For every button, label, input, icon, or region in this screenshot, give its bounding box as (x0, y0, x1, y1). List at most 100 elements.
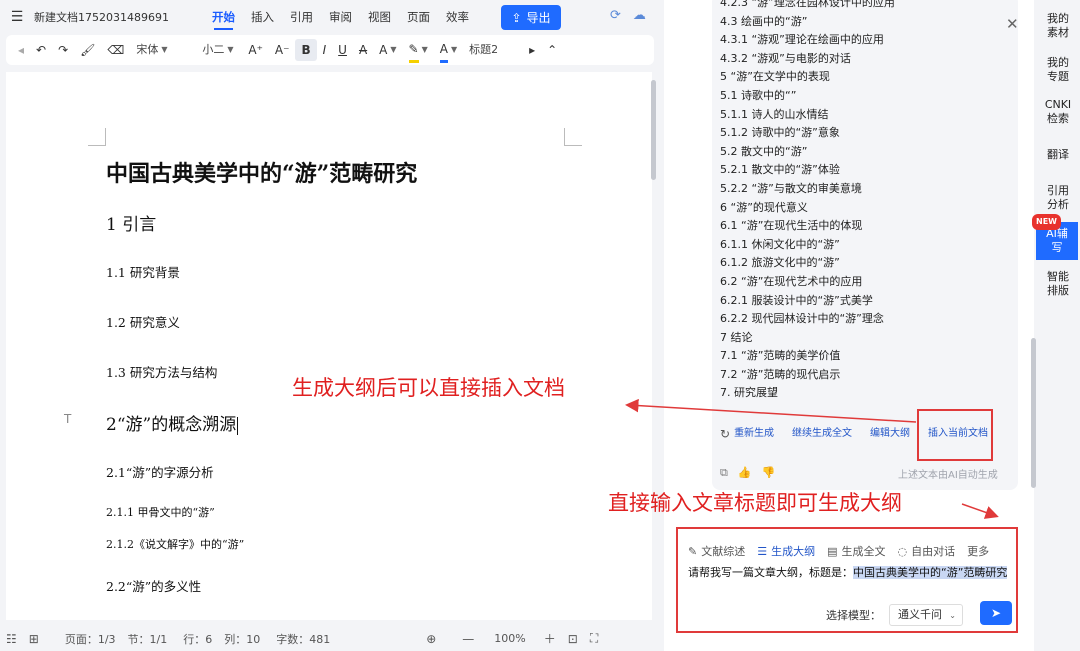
model-value: 通义千问 (898, 608, 942, 621)
side-item-smart-layout[interactable]: 智能排版 (1036, 270, 1080, 298)
list-view-icon[interactable]: ☷ (0, 632, 23, 646)
format-painter-icon[interactable]: 🖌 (74, 39, 101, 61)
regenerate-button[interactable]: ↻ 重新生成 (720, 428, 792, 440)
outline-view-icon[interactable]: ⊞ (23, 632, 45, 646)
outline-item: 6.2.2 现代园林设计中的“游”理念 (720, 312, 884, 326)
thumbs-down-icon[interactable]: 👎 (762, 466, 776, 480)
side-item-ai-writing[interactable]: NEW AI辅写 (1032, 214, 1078, 260)
hamburger-menu-icon[interactable]: ☰ (0, 9, 34, 25)
doc-title-heading[interactable]: 中国古典美学中的“游”范畴研究 (106, 156, 417, 188)
outline-item: 4.3 绘画中的“游” (720, 14, 808, 28)
highlight-icon[interactable]: ✎ ▼ (403, 39, 434, 63)
mode-tabs: ✎ 文献综述 ☰ 生成大纲 ▤ 生成全文 ◌ 自由对话 更多 (688, 543, 989, 559)
outline-item: 5.1.2 诗歌中的“游”意象 (720, 126, 840, 140)
copy-icon[interactable]: ⧉ (720, 466, 728, 480)
doc-heading[interactable]: 1.3 研究方法与结构 (106, 362, 217, 381)
tab-efficiency[interactable]: 效率 (438, 0, 477, 34)
tab-review[interactable]: 审阅 (321, 0, 360, 34)
doc-heading[interactable]: 1.1 研究背景 (106, 262, 180, 281)
font-size-value: 小二 (202, 43, 225, 56)
prompt-input-box[interactable]: ✎ 文献综述 ☰ 生成大纲 ▤ 生成全文 ◌ 自由对话 更多 请帮我写一篇文章大纲，标题… (676, 527, 1018, 633)
text-effect-icon[interactable]: A ▼ (373, 39, 402, 61)
tab-insert[interactable]: 插入 (243, 0, 282, 34)
mode-free-chat[interactable]: ◌ 自由对话 (898, 543, 956, 559)
mode-literature-review[interactable]: ✎ 文献综述 (688, 543, 745, 559)
tab-reference[interactable]: 引用 (282, 0, 321, 34)
doc-heading[interactable]: 1.2 研究意义 (106, 312, 180, 331)
outline-item: 4.3.2 “游观”与电影的对话 (720, 51, 851, 65)
send-button[interactable]: ➤ (980, 601, 1012, 625)
model-select[interactable]: 通义千问 ⌄ (889, 604, 963, 626)
eraser-icon[interactable]: ⌫ (101, 39, 130, 61)
outline-item: 4.2.3 “游”理念在园林设计中的应用 (720, 0, 895, 9)
doc-heading[interactable]: 2.2“游”的多义性 (106, 576, 201, 595)
outline-item: 4.3.1 “游观”理论在绘画中的应用 (720, 33, 884, 47)
format-toolbar: ◂ ↶ ↷ 🖌 ⌫ 宋体 ▼ 小二 ▼ A⁺ A⁻ B I U A A ▼ ✎ ▼ A ▼… (6, 35, 654, 65)
decrease-font-icon[interactable]: A⁻ (269, 39, 296, 61)
prompt-text[interactable]: 请帮我写一篇文章大纲，标题是：中国古典美学中的“游”范畴研究 (688, 564, 1010, 582)
tab-page[interactable]: 页面 (399, 0, 438, 34)
sync-icon[interactable]: ⟳ (610, 8, 621, 23)
thumbs-up-icon[interactable]: 👍 (738, 466, 752, 480)
tab-start[interactable]: 开始 (204, 0, 243, 34)
italic-icon[interactable]: I (317, 39, 333, 61)
tab-view[interactable]: 视图 (360, 0, 399, 34)
model-label: 选择模型： (826, 609, 881, 622)
document-page[interactable]: 中国古典美学中的“游”范畴研究 1 引言 1.1 研究背景 1.2 研究意义 1… (6, 72, 652, 620)
export-button[interactable]: ⇪ 导出 (501, 5, 561, 30)
top-right-icons: ⟳ ☁ (610, 8, 646, 23)
font-size-select[interactable]: 小二 ▼ (196, 39, 242, 61)
increase-font-icon[interactable]: A⁺ (242, 39, 269, 61)
mode-generate-full-text[interactable]: ▤ 生成全文 (827, 543, 885, 559)
mode-more[interactable]: 更多 (967, 543, 989, 559)
underline-icon[interactable]: U (332, 39, 353, 61)
mode-label: 文献综述 (701, 545, 746, 558)
redo-icon[interactable]: ↷ (52, 39, 74, 61)
document-scrollbar[interactable] (651, 80, 656, 180)
font-color-icon[interactable]: A ▼ (434, 39, 463, 63)
side-nav: 我的素材 我的专题 CNKI检索 翻译 引用分析 NEW AI辅写 智能排版 (1032, 0, 1080, 651)
mode-generate-outline[interactable]: ☰ 生成大纲 (757, 543, 815, 559)
doc-heading[interactable]: 2.1.1 甲骨文中的“游” (106, 504, 215, 520)
scroll-right-icon[interactable]: ▸ (523, 39, 541, 61)
side-item-citation-analysis[interactable]: 引用分析 (1036, 184, 1080, 212)
doc-heading[interactable]: 1 引言 (106, 210, 156, 235)
ai-assistant-panel: 4.2.3 “游”理念在园林设计中的应用 4.3 绘画中的“游” 4.3.1 “游观… (664, 0, 1034, 651)
model-selector-row: 选择模型： 通义千问 ⌄ (826, 604, 963, 626)
strikethrough-icon[interactable]: A (353, 39, 373, 61)
bold-icon[interactable]: B (295, 39, 317, 61)
close-icon[interactable]: ✕ (1006, 15, 1019, 33)
ai-generated-note: 上述文本由AI自动生成 (898, 470, 998, 481)
paragraph-style-value: 标题2 (469, 43, 499, 56)
undo-icon[interactable]: ↶ (30, 39, 52, 61)
side-item-my-topics[interactable]: 我的专题 (1036, 56, 1080, 84)
continue-full-text-button[interactable]: 继续生成全文 (792, 428, 870, 440)
doc-heading[interactable]: 2.1“游”的字源分析 (106, 462, 214, 481)
collapse-toolbar-icon[interactable]: ⌃ (541, 39, 563, 61)
list-icon: ☰ (757, 544, 768, 558)
prompt-prefix: 请帮我写一篇文章大纲，标题是： (688, 566, 853, 579)
doc-heading[interactable]: 2“游”的概念溯源 (106, 410, 239, 435)
fullscreen-icon[interactable]: ⛶ (584, 631, 604, 646)
section-count: 节：1/1 (127, 632, 168, 646)
cloud-check-icon[interactable]: ☁ (633, 8, 646, 23)
annotation-title-note: 直接输入文章标题即可生成大纲 (608, 491, 902, 515)
fit-page-icon[interactable]: ⊡ (562, 632, 584, 646)
zoom-in-icon[interactable]: ＋ (538, 630, 562, 647)
side-item-translate[interactable]: 翻译 (1036, 148, 1080, 162)
refresh-icon: ↻ (720, 427, 731, 441)
zoom-out-icon[interactable]: — (456, 632, 480, 646)
word-count: 字数：481 (276, 632, 331, 646)
chevron-down-icon: ▼ (227, 45, 234, 54)
mode-label: 自由对话 (911, 545, 956, 558)
document-title[interactable]: 新建文档1752031489691 (34, 9, 204, 25)
scroll-left-icon[interactable]: ◂ (12, 39, 30, 61)
side-item-my-materials[interactable]: 我的素材 (1036, 12, 1080, 40)
globe-icon[interactable]: ⊕ (420, 632, 442, 646)
doc-heading[interactable]: 2.1.2《说文解字》中的“游” (106, 536, 244, 552)
outline-item: 6.1.1 休闲文化中的“游” (720, 237, 840, 251)
side-item-cnki-search[interactable]: CNKI检索 (1036, 98, 1080, 126)
paragraph-style-select[interactable]: 标题2 (463, 39, 523, 61)
font-family-select[interactable]: 宋体 ▼ (130, 39, 196, 61)
outline-item: 5.2.1 散文中的“游”体验 (720, 163, 840, 177)
